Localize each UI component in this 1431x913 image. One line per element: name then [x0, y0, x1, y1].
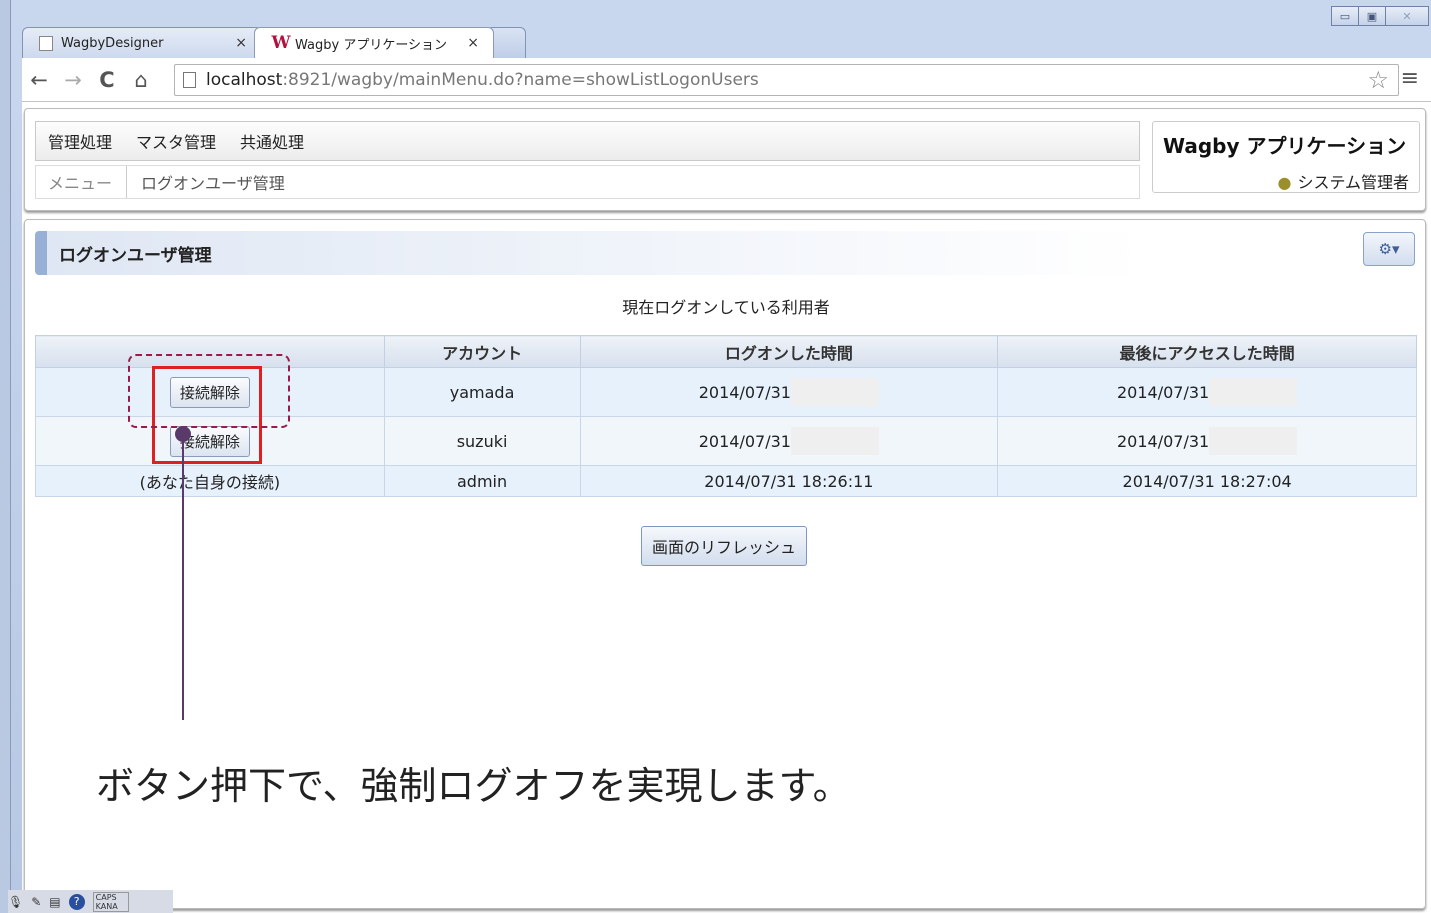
column-header: アカウント [383, 335, 581, 368]
logon-time-cell: 2014/07/31 18:26:11 [579, 465, 999, 497]
home-icon[interactable]: ⌂ [124, 68, 158, 92]
system-tray: 🎙 ✎ ▤ ? CAPS KANA [8, 890, 173, 913]
page-title: ログオンユーザ管理 [35, 231, 1145, 275]
kana-label: KANA [95, 901, 118, 911]
mic-icon: 🎙 [8, 894, 24, 909]
reload-icon[interactable]: C [90, 68, 124, 92]
gear-icon: ⚙ [1378, 240, 1392, 258]
user-icon: ● [1277, 173, 1292, 192]
caps-kana-indicator: CAPS KANA [92, 891, 129, 912]
url-path: :8921/wagby/mainMenu.do?name=showListLog… [282, 70, 759, 90]
last-access-cell: 2014/07/31 [1117, 431, 1210, 451]
logon-time-cell: 2014/07/31 [698, 431, 791, 451]
ime-icon[interactable]: ✎ [31, 895, 41, 909]
tab-strip: WagbyDesigner × W Wagby アプリケーション × [22, 26, 526, 58]
dashed-callout [128, 354, 290, 428]
callout-line [182, 432, 184, 720]
help-icon[interactable]: ? [68, 893, 85, 910]
user-name: システム管理者 [1297, 173, 1409, 192]
last-access-cell: 2014/07/31 18:27:04 [997, 465, 1417, 497]
back-icon[interactable]: ← [22, 68, 56, 92]
redacted-time [1209, 427, 1298, 455]
redacted-time [1209, 378, 1298, 406]
redacted-time [790, 427, 879, 455]
browser-toolbar: ← → C ⌂ localhost :8921/wagby/mainMenu.d… [22, 58, 1431, 102]
close-window-button[interactable]: ✕ [1385, 6, 1429, 26]
user-info[interactable]: ● システム管理者 [1163, 169, 1410, 193]
tab-wagby-app[interactable]: W Wagby アプリケーション × [254, 27, 494, 58]
app-info: Wagby アプリケーション ● システム管理者 [1152, 121, 1420, 193]
browser-menu-icon[interactable]: ≡ [1401, 66, 1419, 91]
account-cell: suzuki [383, 416, 581, 466]
column-header: ログオンした時間 [579, 335, 999, 368]
redacted-time [790, 378, 879, 406]
url-host: localhost [206, 70, 283, 90]
account-cell: admin [383, 465, 581, 497]
breadcrumb: メニュー ログオンユーザ管理 [35, 165, 1140, 199]
callout-dot [175, 426, 191, 442]
annotation-caption: ボタン押下で、強制ログオフを実現します。 [96, 764, 851, 808]
chevron-down-icon: ▾ [1391, 240, 1400, 258]
menu-item-admin[interactable]: 管理処理 [48, 129, 112, 153]
caps-label: CAPS [95, 892, 117, 902]
wagby-logo-icon: W [271, 33, 291, 53]
breadcrumb-current: ログオンユーザ管理 [141, 174, 285, 193]
minimize-button[interactable]: ▭ [1331, 6, 1359, 26]
account-cell: yamada [383, 367, 581, 417]
page-icon [183, 72, 196, 88]
own-connection-label: (あなた自身の接続) [35, 465, 385, 497]
bookmark-star-icon[interactable]: ☆ [1367, 66, 1389, 94]
app-name: Wagby アプリケーション [1163, 134, 1407, 158]
main-menu: 管理処理 マスタ管理 共通処理 [35, 121, 1140, 161]
last-access-cell: 2014/07/31 [1117, 382, 1210, 402]
refresh-button[interactable]: 画面のリフレッシュ [641, 526, 808, 566]
address-bar[interactable]: localhost :8921/wagby/mainMenu.do?name=s… [174, 64, 1399, 96]
page-icon [39, 35, 53, 51]
tab-title: WagbyDesigner [61, 35, 164, 51]
table-caption: 現在ログオンしている利用者 [622, 298, 830, 317]
menu-item-master[interactable]: マスタ管理 [136, 129, 216, 153]
table-row: (あなた自身の接続) admin 2014/07/31 18:26:11 201… [35, 465, 1417, 497]
logon-time-cell: 2014/07/31 [698, 382, 791, 402]
app-header: 管理処理 マスタ管理 共通処理 メニュー ログオンユーザ管理 Wagby アプリ… [24, 108, 1426, 211]
maximize-button[interactable]: ▣ [1358, 6, 1386, 26]
tab-title: Wagby アプリケーション [295, 37, 448, 53]
tab-wagbydesigner[interactable]: WagbyDesigner × [22, 27, 262, 58]
column-header: 最後にアクセスした時間 [997, 335, 1417, 368]
breadcrumb-root[interactable]: メニュー [36, 166, 128, 198]
forward-icon[interactable]: → [56, 68, 90, 92]
tab-close-icon[interactable]: × [467, 35, 479, 51]
menu-item-common[interactable]: 共通処理 [240, 129, 304, 153]
window-controls: ▭ ▣ ✕ [1331, 6, 1429, 26]
tab-close-icon[interactable]: × [235, 35, 247, 51]
settings-dropdown-button[interactable]: ⚙ ▾ [1363, 232, 1415, 266]
tool-icon[interactable]: ▤ [49, 895, 60, 909]
